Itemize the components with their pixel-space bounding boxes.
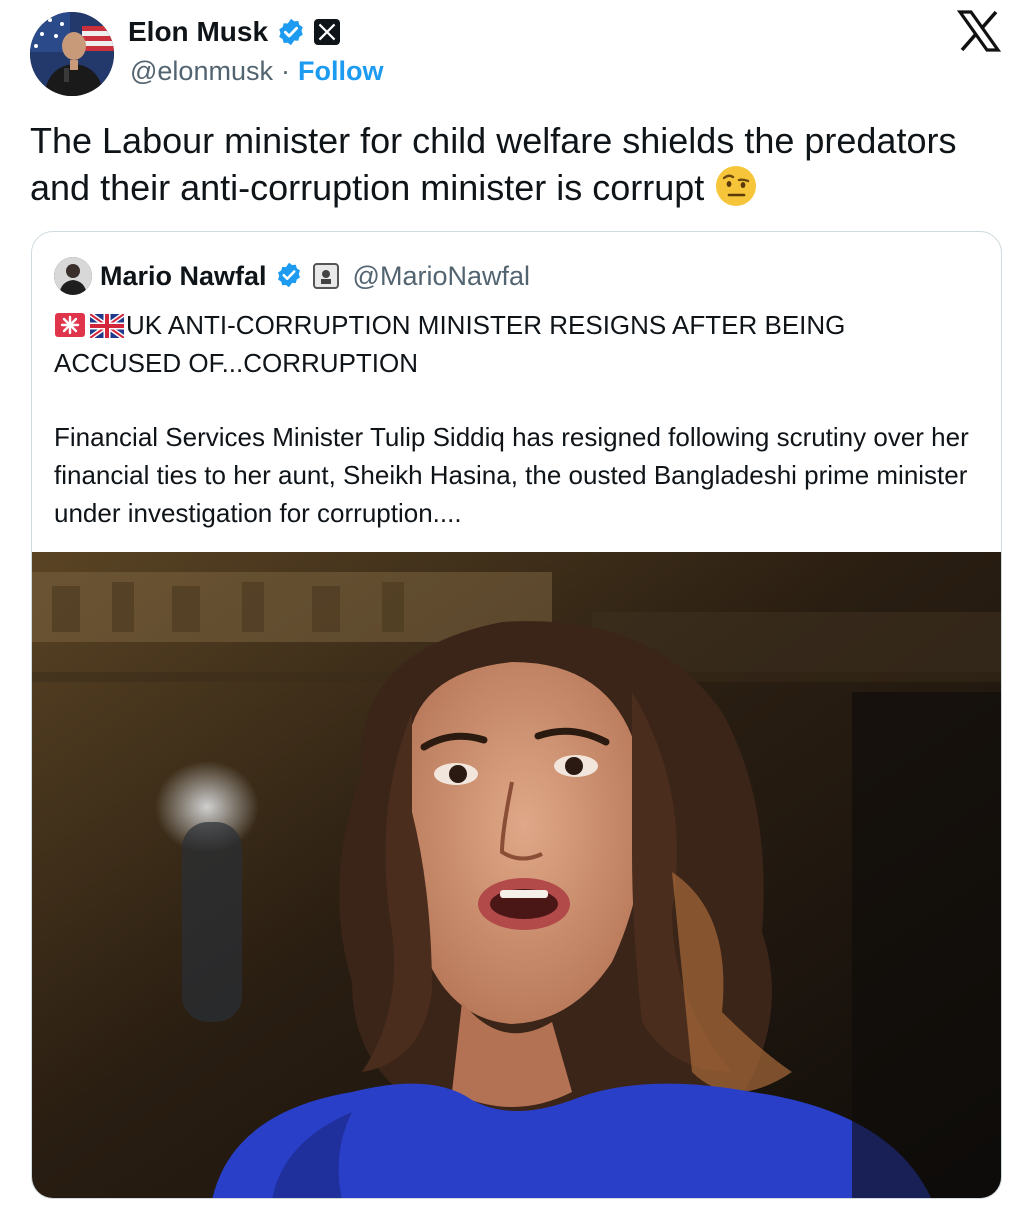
x-affiliate-icon xyxy=(314,19,341,45)
x-logo-icon[interactable] xyxy=(956,8,1002,54)
quoted-author-row: Mario Nawfal @MarioNawfal xyxy=(54,256,530,296)
separator-dot: · xyxy=(280,55,290,86)
photo-of-woman-speaking[interactable] xyxy=(32,552,1001,1198)
quoted-handle[interactable]: @MarioNawfal xyxy=(353,261,530,292)
author-handle-row: @elonmusk · Follow xyxy=(130,54,383,88)
author-name-row: Elon Musk xyxy=(128,14,341,50)
siren-emoji xyxy=(54,310,86,337)
quoted-body-text: Financial Services Minister Tulip Siddiq… xyxy=(54,422,969,528)
verified-badge-icon xyxy=(275,261,305,291)
author-display-name[interactable]: Elon Musk xyxy=(128,16,268,48)
quoted-tweet-card[interactable]: Mario Nawfal @MarioNawfal UK ANTI-CORRUP… xyxy=(31,231,1002,1199)
tweet-card: Elon Musk @elonmusk · Follow The Labour … xyxy=(0,0,1026,1205)
author-avatar[interactable] xyxy=(30,12,114,96)
affiliate-badge-icon xyxy=(312,263,339,289)
quoted-author-avatar[interactable] xyxy=(54,257,92,295)
quoted-headline: UK ANTI-CORRUPTION MINISTER RESIGNS AFTE… xyxy=(54,306,974,382)
tweet-body-text: The Labour minister for child welfare sh… xyxy=(30,120,957,208)
quoted-headline-text: UK ANTI-CORRUPTION MINISTER RESIGNS AFTE… xyxy=(54,310,846,378)
face-with-raised-eyebrow-emoji xyxy=(714,164,758,208)
tweet-text: The Labour minister for child welfare sh… xyxy=(30,118,1000,211)
uk-flag-emoji xyxy=(88,310,126,341)
quoted-display-name[interactable]: Mario Nawfal xyxy=(100,261,267,292)
verified-badge-icon xyxy=(276,17,306,47)
author-handle[interactable]: @elonmusk xyxy=(130,56,273,87)
follow-button[interactable]: Follow xyxy=(298,56,383,87)
